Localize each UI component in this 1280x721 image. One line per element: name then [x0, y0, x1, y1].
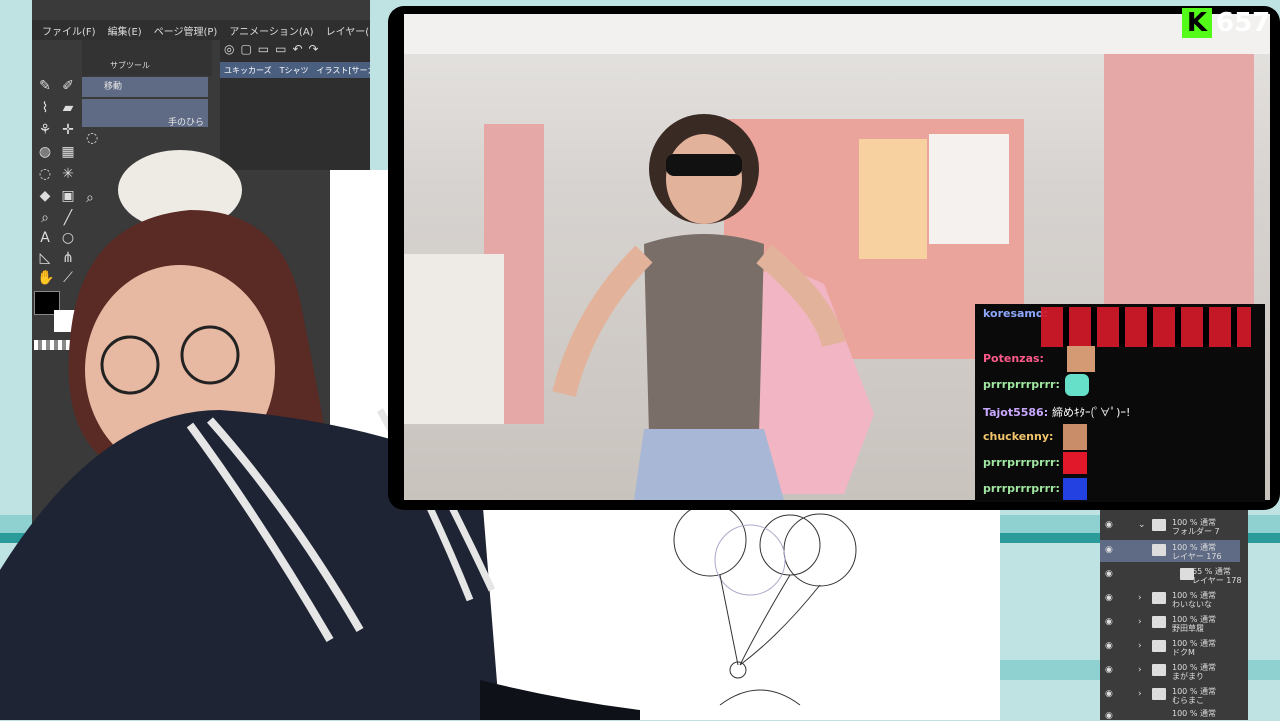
layer-row[interactable]: ◉ › 100 % 通常 野田草履 [1100, 612, 1240, 634]
pencil-icon[interactable]: ✐ [60, 78, 76, 94]
chat-message: prrrprrrprrr: [983, 456, 1060, 469]
chat-overlay: koresamo: Potenzas: prrrprrrprrr: Tajot5… [975, 304, 1265, 502]
viewer-count-badge: K 657 [1182, 6, 1280, 40]
chat-username: chuckenny: [983, 430, 1054, 443]
chevron-right-icon[interactable]: › [1138, 617, 1142, 627]
chevron-right-icon[interactable]: › [1138, 665, 1142, 675]
kick-logo-icon: K [1182, 8, 1212, 38]
layer-name: レイヤー 178 [1192, 576, 1242, 585]
emote-row [1041, 307, 1251, 347]
eye-icon[interactable]: ◉ [1105, 593, 1113, 603]
menu-page[interactable]: ページ管理(P) [154, 23, 218, 38]
tab-yukkers[interactable]: ユキッカーズ [224, 65, 272, 76]
chat-username: koresamo: [983, 307, 1048, 320]
chat-username: Potenzas: [983, 352, 1044, 365]
chat-message: Potenzas: [983, 352, 1044, 365]
chat-username: prrrprrrprrr: [983, 456, 1060, 469]
layer-row[interactable]: ◉ 100 % 通常 [1100, 706, 1240, 721]
folder-icon [1152, 664, 1166, 676]
tab-illust-circus[interactable]: イラスト[サーカス] [317, 65, 371, 76]
subtool-item-hand[interactable]: 手のひら [82, 99, 208, 128]
subtool-item-label: 手のひら [167, 118, 204, 128]
toolbar-icons: ◎▢▭▭↶↷ [224, 42, 325, 56]
eye-icon[interactable]: ◉ [1105, 641, 1113, 651]
emote-blue [1063, 478, 1087, 500]
menu-file[interactable]: ファイル(F) [42, 23, 96, 38]
chevron-right-icon[interactable]: › [1138, 689, 1142, 699]
layer-name: レイヤー 176 [1172, 552, 1222, 561]
eye-icon[interactable]: ◉ [1105, 520, 1113, 530]
layer-name: フォルダー 7 [1172, 527, 1220, 536]
balloon-sketch [673, 505, 857, 706]
brush-icon[interactable]: ⌇ [37, 100, 53, 116]
layer-row[interactable]: ◉ ⌄ 100 % 通常 フォルダー 7 [1100, 515, 1240, 537]
folder-icon [1152, 616, 1166, 628]
folder-icon [1152, 519, 1166, 531]
layer-row[interactable]: ◉ 65 % 通常 レイヤー 178 [1100, 564, 1242, 586]
layer-name: 野田草履 [1172, 624, 1204, 633]
layer-row[interactable]: ◉ › 100 % 通常 ドクM [1100, 636, 1240, 658]
emote-face [1067, 346, 1095, 372]
subtool-item-label: 移動 [104, 82, 123, 92]
folder-icon [1152, 688, 1166, 700]
chevron-right-icon[interactable]: › [1138, 593, 1142, 603]
menu-edit[interactable]: 編集(E) [108, 23, 142, 38]
chat-username: Tajot5586: [983, 406, 1049, 419]
chat-message: prrrprrrprrr: [983, 378, 1060, 391]
chat-message: koresamo: [983, 307, 1048, 320]
layer-name: ドクM [1172, 648, 1195, 657]
pen-icon[interactable]: ✎ [37, 78, 53, 94]
eye-icon[interactable]: ◉ [1105, 569, 1113, 579]
chevron-down-icon[interactable]: ⌄ [1138, 520, 1146, 530]
layer-name: わいないな [1172, 600, 1212, 609]
eraser-icon[interactable]: ▰ [60, 100, 76, 116]
folder-icon [1152, 640, 1166, 652]
emote-cyan [1065, 374, 1089, 396]
menu-layer[interactable]: レイヤー(L) [326, 23, 370, 38]
chat-message: prrrprrrprrr: [983, 482, 1060, 495]
eye-icon[interactable]: ◉ [1105, 665, 1113, 675]
chat-username: prrrprrrprrr: [983, 482, 1060, 495]
menu-animation[interactable]: アニメーション(A) [229, 23, 313, 38]
layer-name: むらまこ [1172, 696, 1204, 705]
menu-bar: ファイル(F) 編集(E) ページ管理(P) アニメーション(A) レイヤー(L… [32, 20, 370, 40]
emote-face [1063, 424, 1087, 450]
tab-tshirt[interactable]: Tシャツ [280, 65, 309, 76]
layer-row-selected[interactable]: ◉ 100 % 通常 レイヤー 176 [1100, 540, 1240, 562]
subtool-item-move[interactable]: 移動 [82, 77, 208, 97]
subtool-tab[interactable]: サブツール [110, 60, 150, 71]
eye-icon[interactable]: ◉ [1105, 617, 1113, 627]
chat-message: chuckenny: [983, 430, 1053, 443]
chevron-right-icon[interactable]: › [1138, 641, 1142, 651]
layer-name: まがまり [1172, 672, 1204, 681]
layer-row[interactable]: ◉ › 100 % 通常 わいないな [1100, 588, 1240, 610]
layer-row[interactable]: ◉ › 100 % 通常 むらまこ [1100, 684, 1240, 706]
emote-red [1063, 452, 1087, 474]
chat-message: Tajot5586: 締めｷﾀｰ(ﾟ∀ﾟ)ｰ! [983, 404, 1130, 420]
eye-icon[interactable]: ◉ [1105, 545, 1113, 555]
document-tabs: ユキッカーズ Tシャツ イラスト[サーカス] [220, 62, 370, 78]
blend-icon[interactable]: ⚘ [37, 122, 53, 138]
chat-username: prrrprrrprrr: [983, 378, 1060, 391]
eye-icon[interactable]: ◉ [1105, 689, 1113, 699]
viewer-count: 657 [1216, 8, 1271, 38]
layer-blend: 100 % 通常 [1172, 709, 1216, 718]
layer-row[interactable]: ◉ › 100 % 通常 まがまり [1100, 660, 1240, 682]
chat-text: 締めｷﾀｰ(ﾟ∀ﾟ)ｰ! [1051, 406, 1131, 419]
move-icon[interactable]: ✛ [60, 122, 76, 138]
folder-icon [1152, 592, 1166, 604]
layer-thumbnail-icon [1152, 544, 1166, 556]
